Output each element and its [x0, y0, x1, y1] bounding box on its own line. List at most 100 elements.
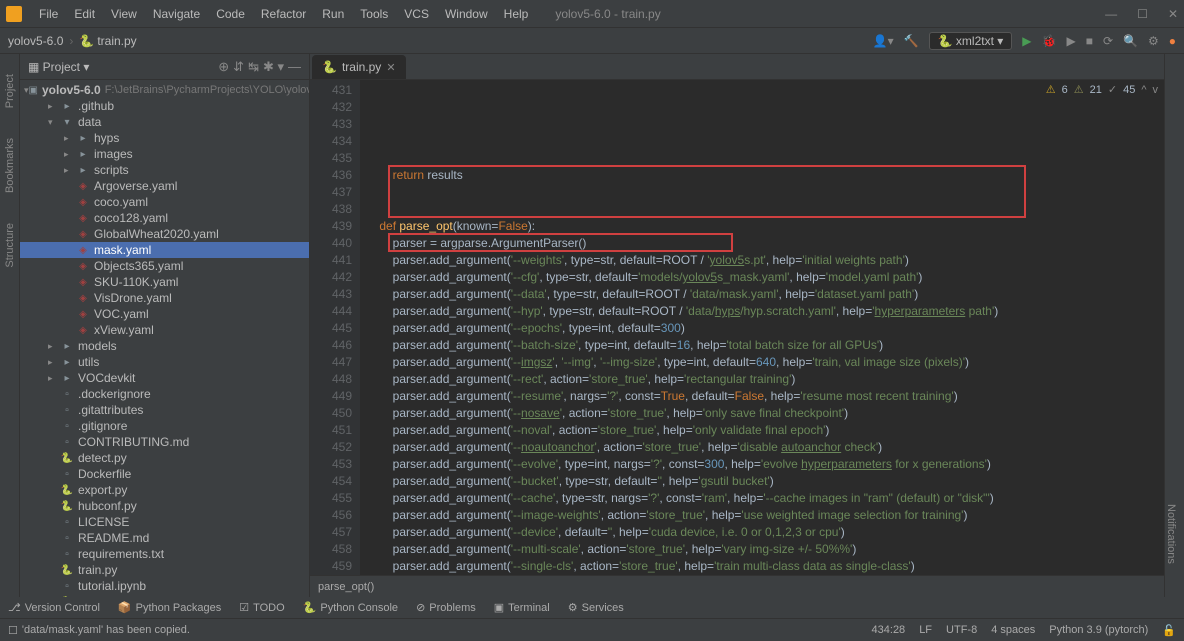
- tree-item[interactable]: ◈VisDrone.yaml: [20, 290, 309, 306]
- code-content[interactable]: ⚠6 ⚠21 ✓45 ^ v return results def parse_…: [360, 80, 1164, 575]
- chevron-down-icon[interactable]: v: [1153, 82, 1159, 99]
- tree-item[interactable]: ▫CONTRIBUTING.md: [20, 434, 309, 450]
- tree-item[interactable]: 🐍detect.py: [20, 450, 309, 466]
- code-editor[interactable]: 4314324334344354364374384394404414424434…: [310, 80, 1164, 575]
- project-dropdown[interactable]: ▦ Project ▾: [28, 60, 89, 74]
- plugin-icon[interactable]: ●: [1169, 34, 1176, 48]
- titlebar: FileEditViewNavigateCodeRefactorRunTools…: [0, 0, 1184, 28]
- tool-python-packages[interactable]: 📦Python Packages: [118, 601, 221, 614]
- menu-tools[interactable]: Tools: [353, 5, 395, 23]
- tree-item[interactable]: ▾▾data: [20, 114, 309, 130]
- tree-item[interactable]: ▫README.md: [20, 530, 309, 546]
- build-icon[interactable]: 🔨: [904, 34, 919, 48]
- project-tree[interactable]: ▾ ▣ yolov5-6.0 F:\JetBrains\PycharmProje…: [20, 80, 309, 597]
- rail-bookmarks[interactable]: Bookmarks: [4, 138, 16, 193]
- expand-all-icon[interactable]: ⇵: [233, 59, 244, 75]
- collapse-all-icon[interactable]: ↹: [248, 59, 259, 75]
- chevron-right-icon: ›: [69, 34, 73, 48]
- line-separator[interactable]: LF: [919, 624, 932, 637]
- tree-item[interactable]: 🐍txt2xml.py: [20, 594, 309, 597]
- tree-item[interactable]: ▸▸hyps: [20, 130, 309, 146]
- caret-position[interactable]: 434:28: [872, 624, 906, 637]
- run-config-selector[interactable]: 🐍 xml2txt ▾: [929, 32, 1013, 50]
- tree-item[interactable]: ▸▸models: [20, 338, 309, 354]
- tree-item[interactable]: ◈GlobalWheat2020.yaml: [20, 226, 309, 242]
- file-icon: ▫: [60, 403, 74, 417]
- editor-tab[interactable]: 🐍 train.py ✕: [312, 55, 406, 79]
- tree-item[interactable]: ◈SKU-110K.yaml: [20, 274, 309, 290]
- tree-item[interactable]: ▫.gitattributes: [20, 402, 309, 418]
- py-icon: 🐍: [60, 483, 74, 497]
- inspection-widget[interactable]: ⚠6 ⚠21 ✓45 ^ v: [1046, 82, 1158, 99]
- menu-edit[interactable]: Edit: [67, 5, 102, 23]
- run-with-coverage-icon[interactable]: ▶: [1066, 34, 1075, 48]
- tool-python-console[interactable]: 🐍Python Console: [303, 601, 398, 614]
- tree-item[interactable]: ◈coco.yaml: [20, 194, 309, 210]
- stop-button[interactable]: ■: [1086, 34, 1093, 48]
- tab-close-icon[interactable]: ✕: [386, 61, 395, 74]
- close-icon[interactable]: ✕: [1168, 7, 1178, 21]
- tree-item[interactable]: ▸▸VOCdevkit: [20, 370, 309, 386]
- tree-item[interactable]: ◈coco128.yaml: [20, 210, 309, 226]
- file-icon: ▫: [60, 387, 74, 401]
- tree-item[interactable]: ◈mask.yaml: [20, 242, 309, 258]
- tree-item[interactable]: ▸▸scripts: [20, 162, 309, 178]
- tree-item[interactable]: ▫Dockerfile: [20, 466, 309, 482]
- interpreter[interactable]: Python 3.9 (pytorch): [1049, 624, 1148, 637]
- debug-button[interactable]: 🐞: [1042, 34, 1057, 48]
- menu-run[interactable]: Run: [315, 5, 351, 23]
- hide-icon[interactable]: —: [288, 59, 301, 74]
- minimize-icon[interactable]: —: [1105, 7, 1117, 21]
- editor-breadcrumb[interactable]: parse_opt(): [310, 575, 1164, 597]
- tool-todo[interactable]: ☑TODO: [239, 601, 284, 614]
- menu-view[interactable]: View: [104, 5, 144, 23]
- menu-code[interactable]: Code: [209, 5, 252, 23]
- indent-setting[interactable]: 4 spaces: [991, 624, 1035, 637]
- tree-item[interactable]: 🐍export.py: [20, 482, 309, 498]
- tree-item[interactable]: ◈VOC.yaml: [20, 306, 309, 322]
- tool-version-control[interactable]: ⎇Version Control: [8, 601, 100, 614]
- menu-window[interactable]: Window: [438, 5, 495, 23]
- rail-structure[interactable]: Structure: [4, 223, 16, 268]
- tree-item[interactable]: ▸▸utils: [20, 354, 309, 370]
- navigation-bar: yolov5-6.0 › 🐍 train.py 👤▾ 🔨 🐍 xml2txt ▾…: [0, 28, 1184, 54]
- rail-project[interactable]: Project: [4, 74, 16, 108]
- menu-vcs[interactable]: VCS: [397, 5, 436, 23]
- menu-help[interactable]: Help: [497, 5, 536, 23]
- tree-item[interactable]: ▫requirements.txt: [20, 546, 309, 562]
- user-icon[interactable]: 👤▾: [873, 34, 894, 48]
- run-button[interactable]: ▶: [1022, 34, 1031, 48]
- tree-item[interactable]: ▸▸images: [20, 146, 309, 162]
- tree-item[interactable]: ▫tutorial.ipynb: [20, 578, 309, 594]
- search-icon[interactable]: 🔍: [1123, 34, 1138, 48]
- tree-item[interactable]: 🐍train.py: [20, 562, 309, 578]
- git-update-icon[interactable]: ⟳: [1103, 34, 1113, 48]
- tree-root[interactable]: ▾ ▣ yolov5-6.0 F:\JetBrains\PycharmProje…: [20, 82, 309, 98]
- tool-terminal[interactable]: ▣Terminal: [494, 601, 550, 614]
- tree-item[interactable]: ▫.dockerignore: [20, 386, 309, 402]
- tree-item[interactable]: 🐍hubconf.py: [20, 498, 309, 514]
- tree-item[interactable]: ▫.gitignore: [20, 418, 309, 434]
- chevron-up-icon[interactable]: ^: [1141, 82, 1146, 99]
- maximize-icon[interactable]: ☐: [1137, 7, 1148, 21]
- breadcrumb-file[interactable]: 🐍 train.py: [79, 34, 136, 48]
- tree-item[interactable]: ◈Objects365.yaml: [20, 258, 309, 274]
- tree-item[interactable]: ▫LICENSE: [20, 514, 309, 530]
- right-tool-rail: Notifications: [1164, 54, 1184, 597]
- folder-icon: ▸: [76, 163, 90, 177]
- notifications-tab[interactable]: Notifications: [1165, 504, 1177, 564]
- tree-item[interactable]: ◈Argoverse.yaml: [20, 178, 309, 194]
- menu-refactor[interactable]: Refactor: [254, 5, 313, 23]
- tool-services[interactable]: ⚙Services: [568, 601, 624, 614]
- menu-navigate[interactable]: Navigate: [146, 5, 207, 23]
- tree-item[interactable]: ◈xView.yaml: [20, 322, 309, 338]
- settings-icon[interactable]: ⚙: [1148, 34, 1159, 48]
- locate-icon[interactable]: ⊕: [218, 59, 229, 75]
- settings-gear-icon[interactable]: ✱ ▾: [263, 59, 284, 75]
- tool-problems[interactable]: ⊘Problems: [416, 601, 476, 614]
- file-encoding[interactable]: UTF-8: [946, 624, 977, 637]
- tree-item[interactable]: ▸▸.github: [20, 98, 309, 114]
- menu-file[interactable]: File: [32, 5, 65, 23]
- lock-icon[interactable]: 🔓: [1162, 624, 1176, 637]
- breadcrumb-project[interactable]: yolov5-6.0: [8, 34, 63, 48]
